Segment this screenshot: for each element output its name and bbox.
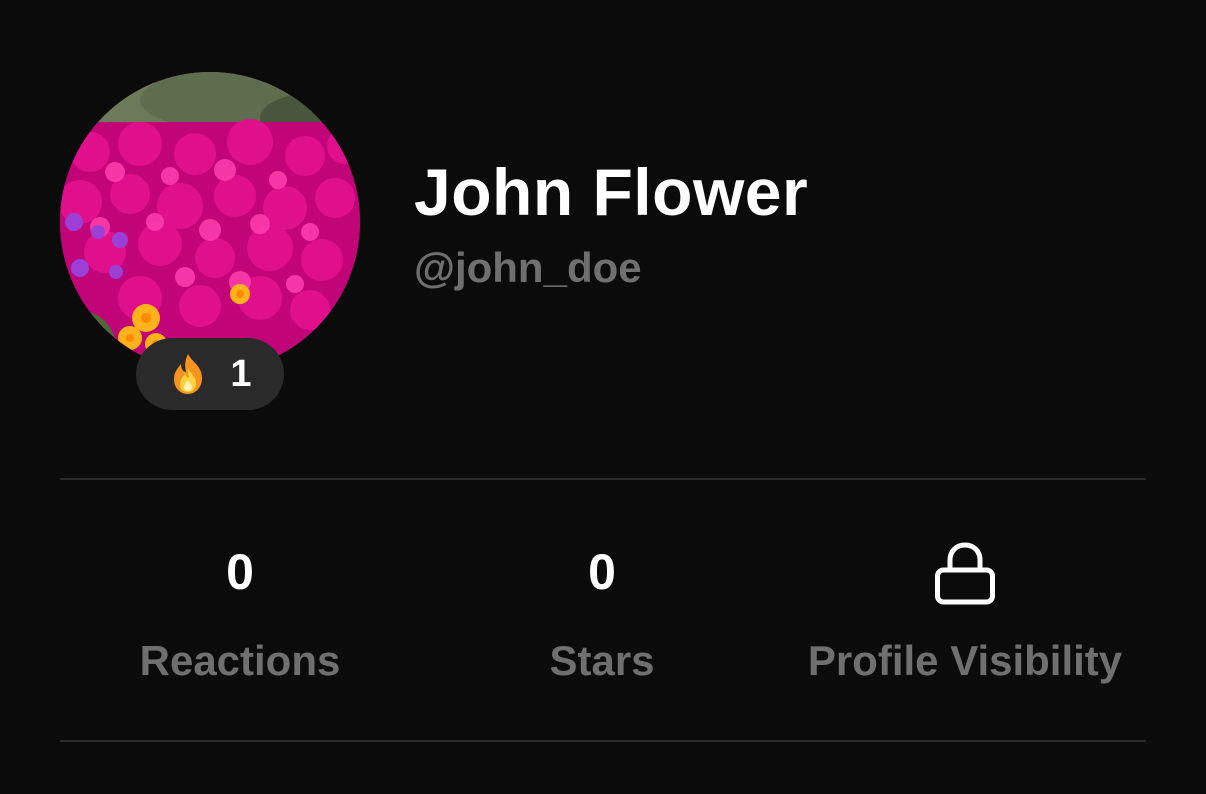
divider [60,740,1146,742]
reactions-label: Reactions [139,637,341,684]
profile-visibility-stat[interactable]: Profile Visibility [784,480,1146,740]
avatar-photo [60,72,360,372]
stars-label: Stars [549,637,655,684]
profile-header: 1 John Flower @john_doe [0,0,1206,470]
avatar[interactable] [60,72,360,372]
streak-count: 1 [230,352,252,395]
stars-stat[interactable]: 0 Stars [422,480,782,740]
fire-icon [168,352,208,396]
display-name: John Flower [414,155,809,229]
reactions-count: 0 [226,544,254,600]
reactions-stat[interactable]: 0 Reactions [60,480,420,740]
stars-count: 0 [588,544,616,600]
name-block: John Flower @john_doe [414,150,808,296]
username-handle: @john_doe [414,244,642,291]
streak-badge[interactable]: 1 [136,338,284,410]
lock-icon [933,540,997,606]
profile-visibility-label: Profile Visibility [807,637,1123,684]
stats-row: 0 Reactions 0 Stars Profile Visibility [60,480,1146,740]
